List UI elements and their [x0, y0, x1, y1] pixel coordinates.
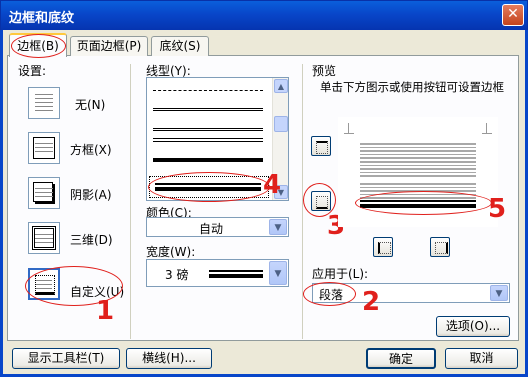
- preview-text-line: [360, 143, 476, 145]
- show-toolbar-button[interactable]: 显示工具栏(T): [12, 348, 120, 369]
- preview-text-line: [360, 150, 476, 152]
- preview-text-line: [360, 183, 476, 185]
- preview-text-line: [360, 175, 476, 177]
- tab-page-border[interactable]: 页面边框(P): [70, 36, 148, 56]
- preview-text-line: [360, 146, 476, 149]
- scroll-thumb[interactable]: [274, 116, 288, 132]
- annotation-circle-line-style: [148, 172, 270, 202]
- preview-text-line: [360, 186, 476, 189]
- preview-text-line: [360, 171, 476, 174]
- chevron-down-icon[interactable]: ▼: [269, 261, 287, 285]
- setting-box-icon[interactable]: [28, 132, 60, 164]
- setting-box-label[interactable]: 方框(X): [70, 141, 112, 158]
- close-button[interactable]: ✕: [502, 4, 524, 26]
- setting-3d-label[interactable]: 三维(D): [70, 231, 113, 248]
- apply-to-label: 应用于(L):: [312, 267, 369, 281]
- line-style-dashdot[interactable]: [153, 90, 263, 91]
- divider-left: [130, 64, 131, 339]
- preview-text-line: [360, 168, 476, 170]
- annotation-circle-tab: [11, 34, 66, 58]
- border-top-icon: [316, 141, 328, 154]
- top-border-button[interactable]: [311, 136, 331, 156]
- annotation-circle-preview-border: [355, 191, 492, 215]
- setting-none-icon[interactable]: [28, 87, 60, 119]
- border-left-icon: [378, 242, 391, 254]
- tab-shading-label: 底纹(S): [159, 39, 201, 53]
- setting-3d-icon[interactable]: [28, 222, 60, 254]
- tab-shading[interactable]: 底纹(S): [151, 36, 209, 56]
- setting-shadow-icon[interactable]: [28, 177, 60, 209]
- line-style-double[interactable]: [153, 108, 263, 111]
- horizontal-line-button[interactable]: 横线(H)...: [126, 348, 212, 369]
- line-style-triple[interactable]: [153, 138, 263, 142]
- setting-none-label[interactable]: 无(N): [75, 96, 105, 113]
- color-value: 自动: [199, 222, 224, 236]
- width-select[interactable]: 3 磅 ▼: [146, 259, 289, 287]
- settings-label: 设置:: [18, 64, 47, 78]
- annotation-circle-apply-to: [303, 282, 356, 306]
- annotation-number-1: 1: [96, 296, 115, 326]
- color-select[interactable]: 自动 ▼: [146, 217, 289, 237]
- annotation-number-5: 5: [488, 194, 507, 224]
- close-icon: ✕: [507, 6, 519, 22]
- border-right-icon: [435, 242, 448, 254]
- preview-hint: 单击下方图示或使用按钮可设置边框: [320, 80, 504, 94]
- right-border-button[interactable]: [430, 237, 450, 257]
- preview-text-line: [360, 153, 476, 156]
- line-style-thin-double[interactable]: [153, 128, 263, 131]
- setting-shadow-label[interactable]: 阴影(A): [70, 186, 112, 203]
- width-value: 3 磅: [165, 268, 189, 282]
- preview-text-line: [360, 157, 476, 159]
- annotation-number-4: 4: [263, 170, 282, 200]
- chevron-down-icon[interactable]: ▼: [490, 285, 508, 301]
- preview-label: 预览: [312, 64, 337, 78]
- scroll-up-icon[interactable]: ▲: [274, 79, 288, 93]
- tab-page-border-label: 页面边框(P): [76, 39, 142, 53]
- line-style-thick[interactable]: [153, 158, 263, 162]
- preview-text-line: [360, 164, 476, 167]
- width-label: 宽度(W):: [146, 245, 196, 259]
- options-button[interactable]: 选项(O)...: [436, 316, 510, 337]
- annotation-number-2: 2: [362, 287, 381, 317]
- cancel-button[interactable]: 取消: [445, 348, 518, 369]
- left-border-button[interactable]: [373, 237, 393, 257]
- title-bar: 边框和底纹: [0, 0, 528, 30]
- window-title: 边框和底纹: [9, 11, 75, 26]
- ok-button[interactable]: 确定: [366, 348, 436, 369]
- preview-text-line: [360, 161, 476, 163]
- chevron-down-icon[interactable]: ▼: [269, 219, 287, 235]
